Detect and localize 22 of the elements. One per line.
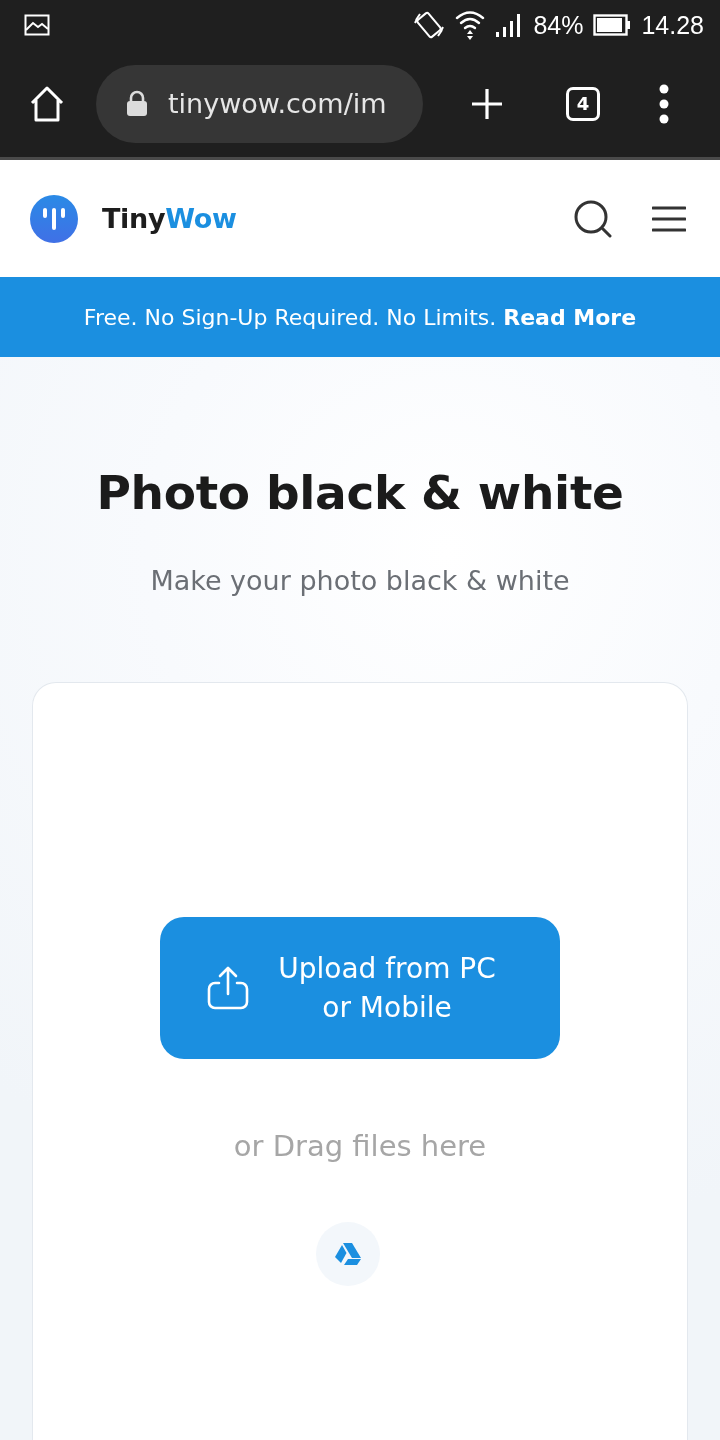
wifi-icon (455, 9, 486, 41)
lock-icon (126, 90, 148, 117)
new-tab-icon[interactable] (471, 87, 503, 120)
address-bar[interactable]: tinywow.com/im (96, 64, 423, 143)
logo-icon (30, 194, 78, 243)
page-title: Photo black & white (96, 465, 624, 522)
drag-hint: or Drag files here (233, 1128, 487, 1164)
image-icon (24, 14, 50, 36)
menu-icon[interactable] (658, 83, 670, 124)
upload-icon (207, 965, 249, 1010)
home-icon[interactable] (28, 84, 66, 123)
battery-icon (593, 14, 632, 36)
battery-percentage: 84% (533, 12, 584, 38)
page-subtitle: Make your photo black & white (150, 565, 570, 598)
url-text: tinywow.com/im (168, 88, 387, 119)
banner-text: Free. No Sign-Up Required. No Limits. (83, 304, 497, 330)
search-icon[interactable] (574, 199, 612, 238)
hamburger-menu-icon[interactable] (652, 205, 686, 232)
brand-name[interactable]: TinyWow (102, 203, 237, 234)
vibrate-icon (413, 9, 446, 41)
tab-switcher[interactable]: 4 (566, 86, 600, 121)
clock-time: 14.28 (641, 12, 704, 38)
